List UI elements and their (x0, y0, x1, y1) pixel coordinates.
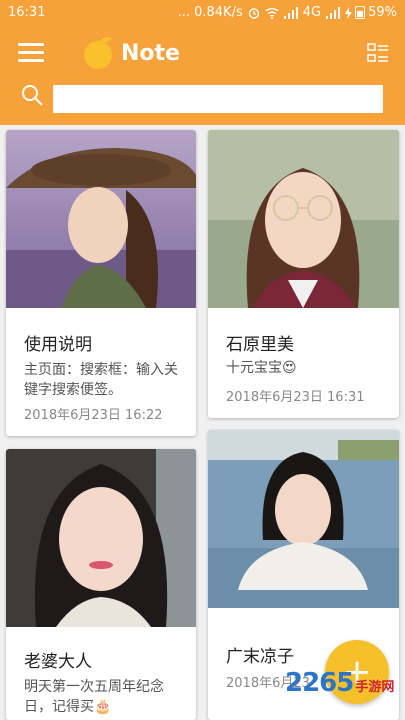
note-body: 主页面：搜索框：输入关键字搜索便签。 (24, 362, 178, 398)
note-card[interactable]: 石原里美 十元宝宝😍 2018年6月23日 16:31 (208, 130, 399, 418)
note-photo (208, 430, 399, 608)
list-layout-icon[interactable] (367, 43, 389, 65)
search-input[interactable] (53, 85, 383, 113)
signal-icon (283, 6, 298, 19)
note-card[interactable]: 老婆大人 明天第一次五周年纪念日，记得买🎂 (6, 449, 196, 720)
menu-icon[interactable] (18, 43, 44, 65)
note-title: 老婆大人 (24, 652, 92, 672)
note-body: 十元宝宝😍 (226, 360, 297, 376)
battery-percent: 59% (368, 5, 397, 20)
alarm-icon (248, 7, 259, 19)
battery-icon (355, 6, 366, 19)
network-type: 4G (302, 5, 322, 20)
note-date: 2018年6月23日 16:31 (226, 390, 365, 405)
site-watermark-logo: 2265 手游网 (285, 668, 394, 698)
signal-icon (326, 6, 341, 19)
note-title: 使用说明 (24, 335, 92, 355)
note-title: 广末凉子 (226, 647, 294, 667)
battery-indicator: 59% (345, 5, 397, 20)
status-bar: 16:31 ... 0.84K/s 4G 59% (0, 0, 405, 25)
note-photo (208, 130, 399, 308)
note-card[interactable]: 使用说明 主页面：搜索框：输入关键字搜索便签。 2018年6月23日 16:22 (6, 130, 196, 436)
watermark-sub: 手游网 (355, 680, 395, 695)
orange-logo-icon (84, 37, 112, 69)
note-date: 2018年6月23日 16:22 (24, 408, 163, 423)
status-right: ... 0.84K/s 4G 59% (178, 5, 397, 20)
note-photo (6, 130, 196, 308)
battery-level (357, 10, 364, 17)
net-speed: ... 0.84K/s (177, 5, 243, 20)
search-icon (22, 85, 43, 106)
note-title: 石原里美 (226, 335, 294, 355)
wifi-icon (265, 7, 279, 19)
note-body: 明天第一次五周年纪念日，记得买🎂 (24, 679, 164, 715)
app-title: Note (121, 41, 180, 66)
status-time: 16:31 (8, 5, 46, 20)
app-bar: Note (0, 25, 405, 125)
note-photo (6, 449, 196, 627)
charging-icon (345, 6, 353, 19)
watermark-main: 2265 (285, 668, 354, 698)
